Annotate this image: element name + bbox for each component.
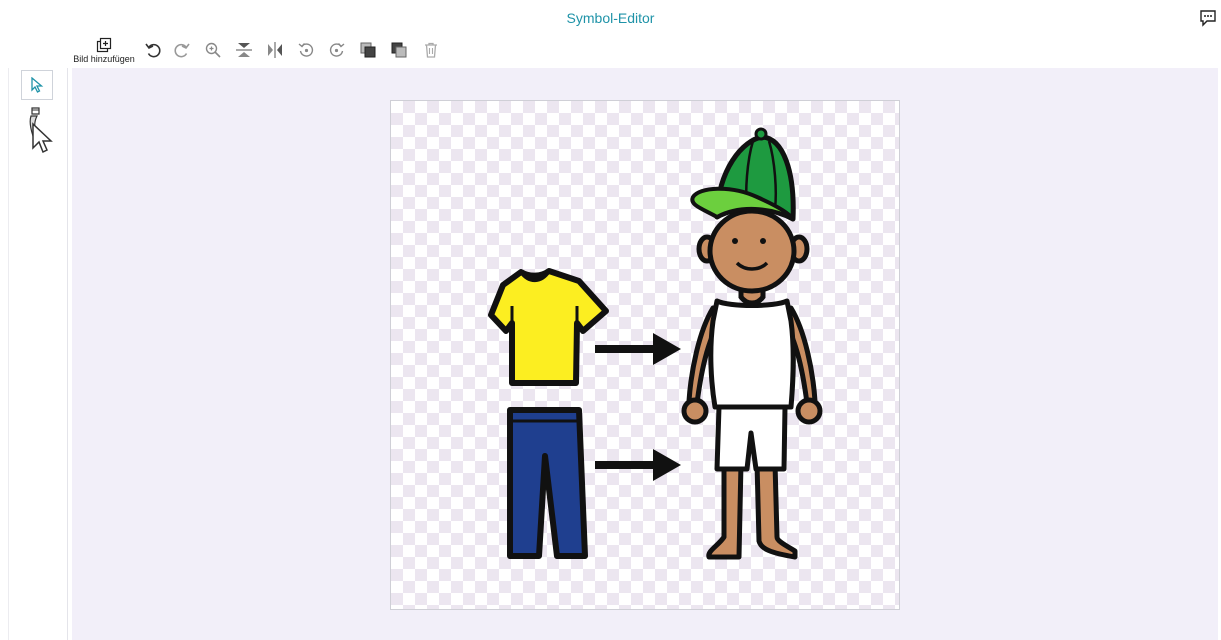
toolbar: Bild hinzufügen — [72, 34, 472, 66]
feedback-icon[interactable] — [1198, 8, 1218, 28]
bring-forward-button[interactable] — [357, 34, 379, 66]
tshirt-image[interactable] — [488, 268, 609, 386]
crop-zoom-icon — [205, 42, 221, 58]
select-pointer-icon — [31, 77, 44, 93]
send-backward-icon — [391, 42, 407, 58]
eraser-tool-button[interactable] — [23, 106, 59, 156]
redo-button[interactable] — [171, 34, 193, 66]
flip-vertical-icon — [236, 43, 252, 57]
bring-forward-icon — [360, 42, 376, 58]
undo-icon — [145, 43, 161, 58]
workspace — [72, 68, 1218, 640]
send-backward-button[interactable] — [388, 34, 410, 66]
rotate-left-button[interactable] — [295, 34, 317, 66]
tools-panel — [8, 68, 68, 640]
arrow-shirt — [595, 333, 681, 365]
zoom-button[interactable] — [202, 34, 224, 66]
trousers-image[interactable] — [507, 407, 588, 559]
eraser-icon — [29, 107, 53, 154]
select-tool-button[interactable] — [21, 70, 53, 100]
add-image-label: Bild hinzufügen — [73, 53, 135, 64]
delete-button[interactable] — [420, 34, 442, 66]
flip-vertical-button[interactable] — [233, 34, 255, 66]
flip-horizontal-button[interactable] — [264, 34, 286, 66]
person-image[interactable] — [681, 127, 823, 560]
flip-horizontal-icon — [268, 42, 282, 58]
rotate-right-icon — [329, 43, 345, 57]
rotate-right-button[interactable] — [326, 34, 348, 66]
rotate-left-icon — [298, 43, 314, 57]
window-title: Symbol-Editor — [566, 10, 655, 26]
delete-icon — [425, 42, 437, 58]
symbol-canvas[interactable] — [390, 100, 900, 610]
add-image-button[interactable]: Bild hinzufügen — [72, 34, 136, 66]
add-image-icon — [96, 37, 112, 52]
undo-button[interactable] — [142, 34, 164, 66]
redo-icon — [174, 43, 190, 58]
arrow-trousers — [595, 449, 681, 481]
